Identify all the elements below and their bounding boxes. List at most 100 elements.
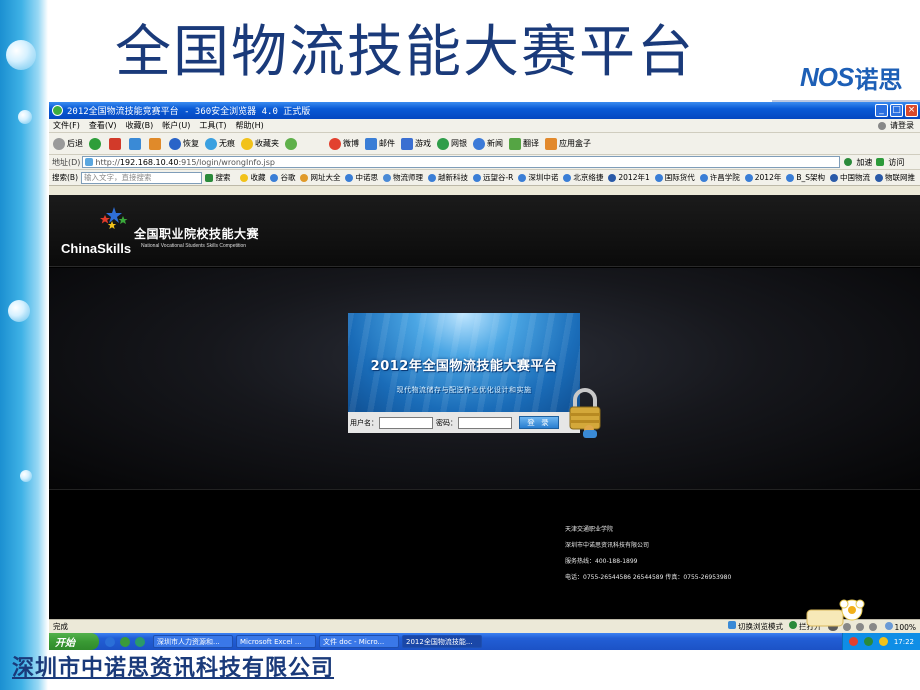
extension-button[interactable]: [285, 137, 299, 150]
taskbar-item[interactable]: Microsoft Excel ...: [236, 635, 316, 648]
menu-tools[interactable]: 工具(T): [199, 120, 226, 131]
page-icon: [382, 173, 391, 182]
fav-item[interactable]: 北京络捷: [563, 172, 603, 183]
game-button[interactable]: 游戏: [401, 137, 431, 150]
slide-title: 全国物流技能大赛平台: [115, 20, 695, 85]
forward-button[interactable]: [89, 137, 103, 150]
search-input[interactable]: 输入文字，直接搜索: [81, 171, 203, 184]
fav-item[interactable]: 深圳中诺: [518, 172, 558, 183]
system-tray: 17:22: [841, 633, 920, 650]
stop-icon: [109, 137, 121, 150]
fav-item[interactable]: 2012年1: [608, 172, 650, 183]
weibo-button[interactable]: 微博: [329, 137, 359, 150]
menu-favorites[interactable]: 收藏(B): [126, 120, 154, 131]
footer-line: 天津交通职业学院: [565, 526, 614, 533]
go-button[interactable]: 访问: [876, 157, 904, 168]
footer-line: 电话：0755-26544586 26544589 传真：0755-269539…: [565, 574, 732, 581]
news-button[interactable]: 新闻: [473, 137, 503, 150]
fav-item[interactable]: 许昌学院: [699, 172, 740, 183]
home-button[interactable]: [149, 137, 163, 150]
footer-line: 深圳市中诺思资讯科技有限公司: [565, 542, 650, 549]
menu-help[interactable]: 帮助(H): [236, 120, 264, 131]
translate-label: 翻译: [523, 139, 539, 148]
fav-item[interactable]: 网址大全: [300, 172, 340, 183]
search-button[interactable]: 搜索: [205, 172, 230, 183]
fav-item-label: 深圳中诺: [528, 173, 559, 182]
fav-item[interactable]: 物流师理: [382, 172, 423, 183]
stop-button[interactable]: [109, 137, 123, 150]
fav-item[interactable]: 物联网推: [875, 172, 915, 183]
fav-item[interactable]: B_S架构: [786, 172, 825, 183]
status-bar: 完成 切换浏览模式 拦打开 100%: [49, 619, 920, 633]
login-link[interactable]: 请登录: [878, 120, 920, 131]
login-button[interactable]: 登 录: [519, 416, 559, 429]
fav-item[interactable]: 收藏: [240, 172, 265, 183]
switch-mode-label: 切换浏览模式: [738, 622, 784, 631]
fav-item-label: 许昌学院: [709, 173, 740, 182]
banner-subtitle: 现代物流储存与配送作业优化设计和实施: [396, 386, 532, 394]
translate-button[interactable]: 翻译: [509, 137, 539, 150]
taskbar-item[interactable]: 深圳市人力资源和...: [153, 635, 233, 648]
tray-icon[interactable]: [863, 637, 873, 646]
taskbar-item[interactable]: 文件 doc - Micro...: [319, 635, 399, 648]
browser-window: 2012全国物流技能竞赛平台 - 360安全浏览器 4.0 正式版 _ □ × …: [49, 102, 920, 650]
fav-item[interactable]: 谷歌: [270, 172, 295, 183]
desktop-icon[interactable]: [120, 636, 130, 647]
favorites-label: 收藏夹: [255, 139, 279, 148]
start-button[interactable]: 开始: [49, 633, 99, 650]
ie-icon: [608, 173, 617, 182]
favorites-button[interactable]: 收藏夹: [241, 137, 279, 150]
fav-item[interactable]: 远望谷-R: [472, 172, 513, 183]
restore-button[interactable]: 恢复: [169, 137, 199, 150]
appbox-label: 应用盒子: [559, 139, 591, 148]
netbank-label: 网银: [451, 139, 467, 148]
password-input[interactable]: [458, 416, 512, 429]
back-arrow-icon: [53, 137, 65, 150]
fav-item-label: 北京络捷: [573, 173, 604, 182]
search-icon: [205, 173, 214, 182]
ie-icon[interactable]: [105, 636, 115, 647]
menu-file[interactable]: 文件(F): [53, 120, 80, 131]
back-label: 后退: [67, 139, 83, 148]
netbank-button[interactable]: 网银: [437, 137, 467, 150]
appbox-button[interactable]: 应用盒子: [545, 137, 591, 150]
fav-item-label: 2012年1: [618, 173, 650, 182]
browser-icon[interactable]: [135, 636, 145, 647]
username-input[interactable]: [379, 416, 433, 429]
fav-item-label: 中诺思: [355, 173, 378, 182]
switch-mode-button[interactable]: 切换浏览模式: [728, 621, 783, 632]
fav-item[interactable]: 中诺思: [345, 172, 378, 183]
fav-item-label: 谷歌: [280, 173, 296, 182]
zoom-control[interactable]: 100%: [884, 621, 916, 632]
mail-button[interactable]: 邮件: [365, 137, 395, 150]
tray-icon[interactable]: [878, 637, 888, 646]
bubble-decoration: [8, 300, 30, 322]
fav-item[interactable]: 国际货代: [654, 172, 695, 183]
tray-icon[interactable]: [848, 637, 858, 646]
refresh-button[interactable]: [129, 137, 143, 150]
menu-view[interactable]: 查看(V): [89, 120, 117, 131]
company-name: 深圳市中诺思资讯科技有限公司: [12, 656, 335, 681]
fav-item[interactable]: 越新科技: [427, 172, 468, 183]
fav-item[interactable]: 中国物流: [830, 172, 870, 183]
fav-item[interactable]: 2012年: [744, 172, 781, 183]
fav-item-label: 物联网推: [885, 173, 915, 182]
taskbar-item-active[interactable]: 2012全国物流技能...: [402, 635, 482, 648]
close-button[interactable]: ×: [905, 104, 918, 117]
page-icon: [786, 173, 795, 182]
game-icon: [401, 137, 413, 150]
accelerate-button[interactable]: 加速: [844, 157, 872, 168]
star-icon: [240, 173, 249, 182]
bubble-decoration: [20, 470, 32, 482]
favorites-bar: 搜索(B) 输入文字，直接搜索 搜索 收藏 谷歌 网址大全 中诺思 物流师理 越…: [49, 170, 920, 186]
incognito-button[interactable]: 无痕: [205, 137, 235, 150]
page-icon: [563, 173, 572, 182]
back-button[interactable]: 后退: [53, 137, 83, 150]
game-label: 游戏: [415, 139, 431, 148]
url-input[interactable]: http://192.168.10.40:915/login/wrongInfo…: [82, 156, 841, 168]
maximize-button[interactable]: □: [890, 104, 903, 117]
menu-account[interactable]: 帐户(U): [162, 120, 190, 131]
minimize-button[interactable]: _: [875, 104, 888, 117]
settings-icon[interactable]: [868, 622, 877, 631]
nos-logo: NOS 诺思: [800, 60, 902, 94]
